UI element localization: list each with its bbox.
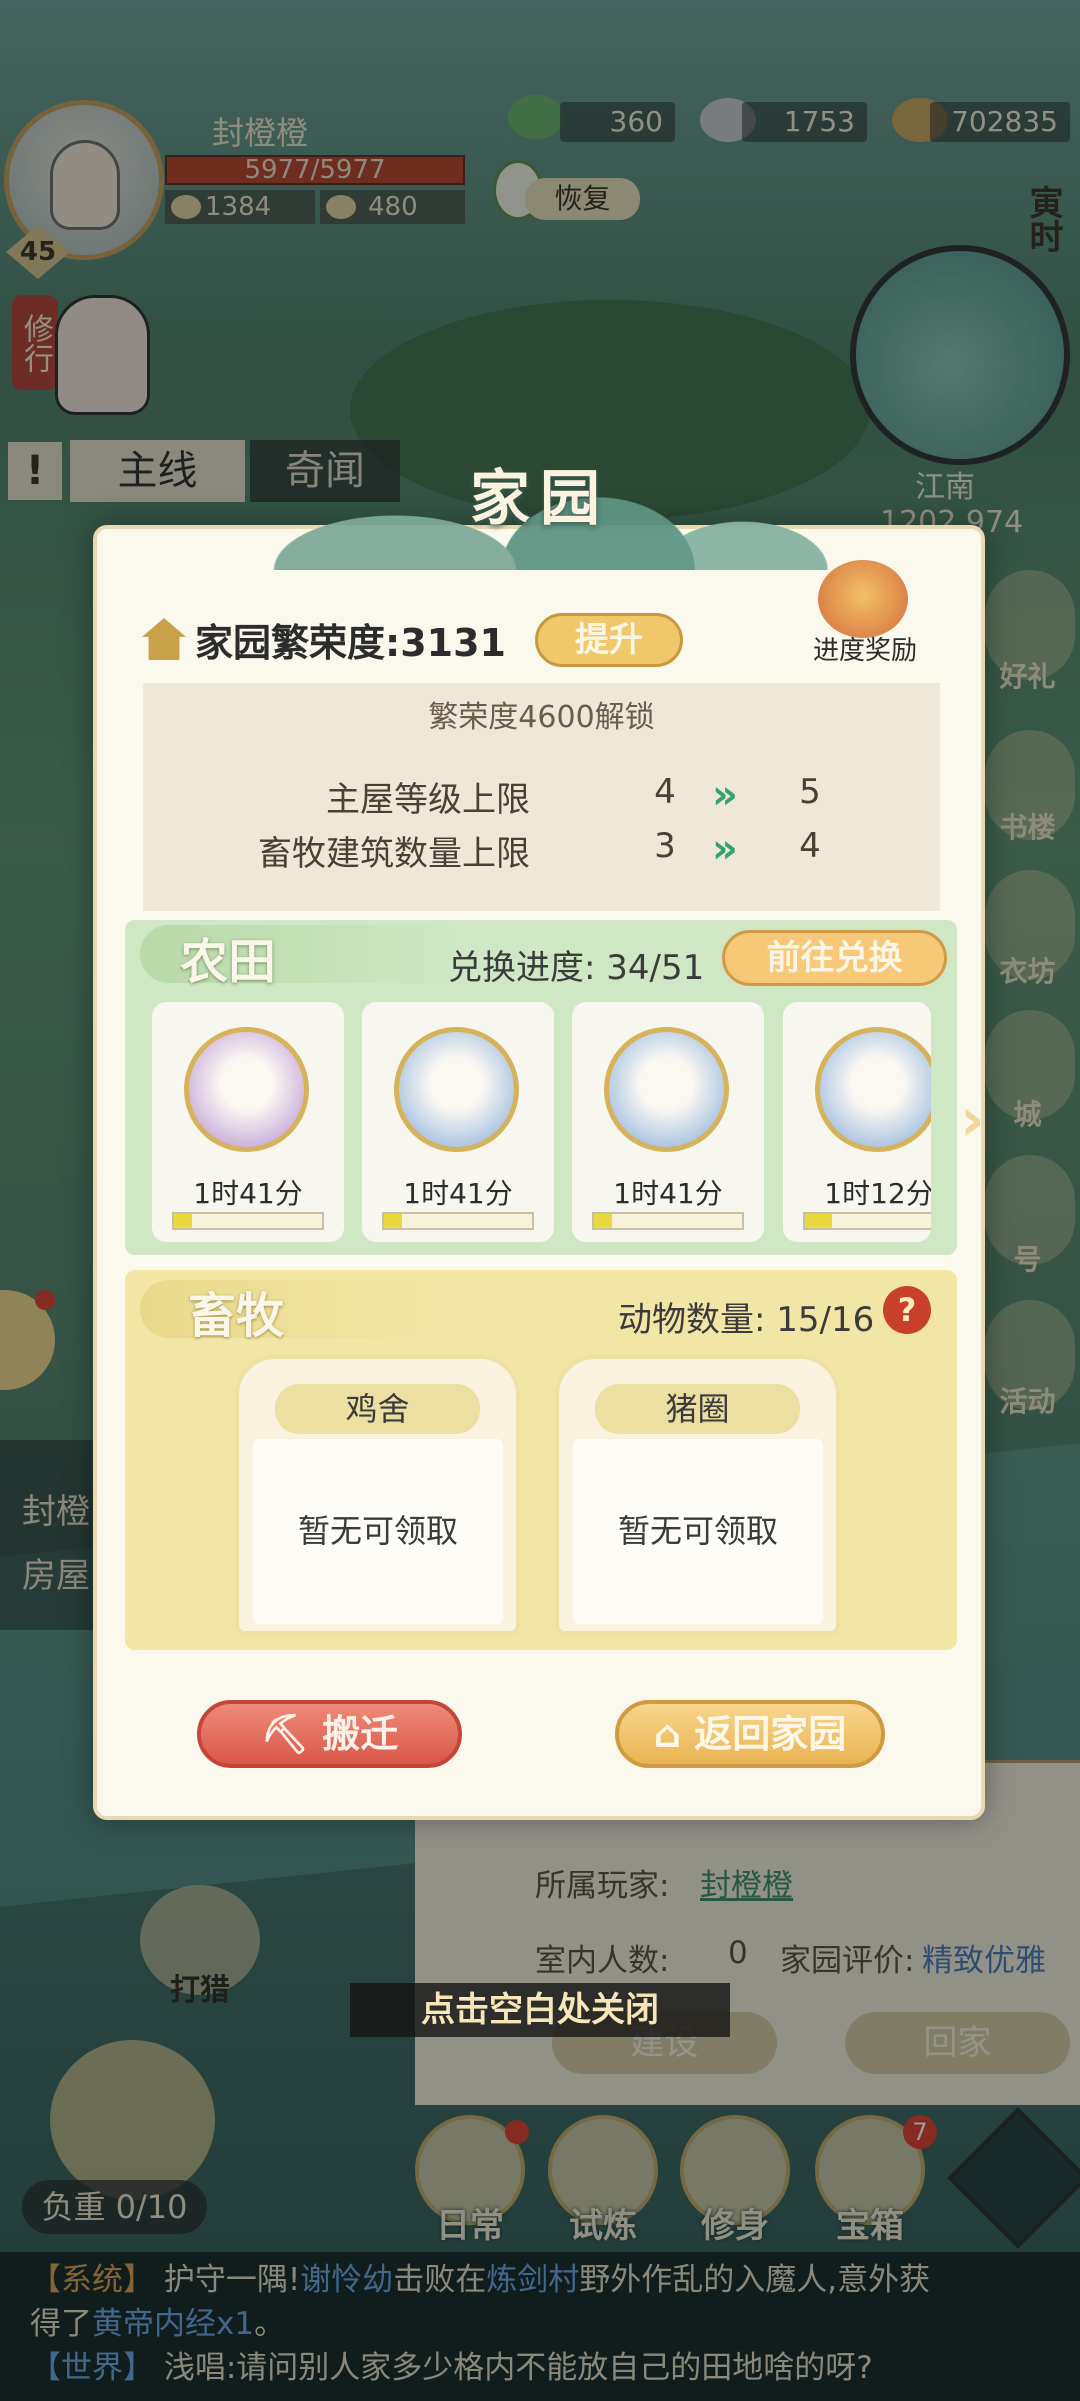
pen-name: 猪圈 — [595, 1384, 800, 1434]
crop-timer: 1时41分 — [193, 1177, 303, 1210]
unlock-row-label: 主屋等级上限 — [326, 780, 530, 820]
crop-timer: 1时41分 — [613, 1177, 723, 1210]
farm-title: 农田 — [180, 934, 277, 990]
close-hint: 点击空白处关闭 — [350, 1983, 730, 2037]
crop-progress-fill — [805, 1214, 832, 1228]
chevron-right-icon[interactable]: › — [960, 1085, 1000, 1155]
reward-bag-icon[interactable] — [818, 560, 908, 638]
pen-name: 鸡舍 — [275, 1384, 480, 1434]
dialog-title: 家园 — [470, 464, 610, 534]
cabbage-icon — [815, 1027, 931, 1152]
crop-card[interactable]: 1时41分 — [572, 1002, 764, 1242]
unlock-from-value: 4 — [654, 772, 676, 812]
animal-count: 动物数量: 15/16 — [618, 1300, 875, 1340]
prosperity-label: 家园繁荣度:3131 — [195, 621, 506, 665]
exchange-progress: 兑换进度: 34/51 — [448, 948, 705, 988]
pen-status: 暂无可领取 — [573, 1439, 823, 1624]
crop-progress-bar — [172, 1212, 324, 1230]
crop-progress-bar — [803, 1212, 931, 1230]
unlock-row-label: 畜牧建筑数量上限 — [258, 834, 530, 874]
crop-progress-fill — [174, 1214, 192, 1228]
unlock-title: 繁荣度4600解锁 — [428, 700, 655, 735]
house-icon: ⌂ — [653, 1712, 695, 1756]
eggplant-icon — [604, 1027, 729, 1152]
return-home-label: 返回家园 — [694, 1712, 847, 1756]
crop-card[interactable]: 1时12分 — [783, 1002, 931, 1242]
crop-progress-fill — [384, 1214, 402, 1228]
pen-status: 暂无可领取 — [253, 1439, 503, 1624]
progress-reward-button[interactable]: 进度奖励 — [800, 630, 930, 667]
crop-progress-bar — [592, 1212, 744, 1230]
relocate-label: 搬迁 — [322, 1712, 399, 1756]
ranch-title: 畜牧 — [188, 1288, 285, 1344]
unlock-to-value: 4 — [799, 826, 821, 866]
crop-timer: 1时41分 — [403, 1177, 513, 1210]
double-arrow-icon: » — [712, 826, 738, 872]
unlock-from-value: 3 — [654, 826, 676, 866]
exchange-button[interactable]: 前往兑换 — [722, 930, 947, 986]
hammer-icon: ⛏ — [260, 1712, 323, 1756]
double-arrow-icon: » — [712, 772, 738, 818]
return-home-button[interactable]: ⌂ 返回家园 — [615, 1700, 885, 1768]
upgrade-button[interactable]: 提升 — [535, 613, 683, 667]
crop-progress-fill — [594, 1214, 612, 1228]
pen-pig-pen[interactable]: 猪圈 暂无可领取 — [555, 1355, 840, 1635]
relocate-button[interactable]: ⛏ 搬迁 — [197, 1700, 462, 1768]
help-icon[interactable]: ? — [883, 1286, 931, 1334]
pen-chicken-coop[interactable]: 鸡舍 暂无可领取 — [235, 1355, 520, 1635]
crop-card[interactable]: 1时41分 — [152, 1002, 344, 1242]
crop-timer: 1时12分 — [824, 1177, 931, 1210]
ranch-title-banner — [140, 1280, 440, 1338]
eggplant-icon — [394, 1027, 519, 1152]
unlock-to-value: 5 — [799, 772, 821, 812]
mushroom-icon — [184, 1027, 309, 1152]
crop-progress-bar — [382, 1212, 534, 1230]
crop-card[interactable]: 1时41分 — [362, 1002, 554, 1242]
